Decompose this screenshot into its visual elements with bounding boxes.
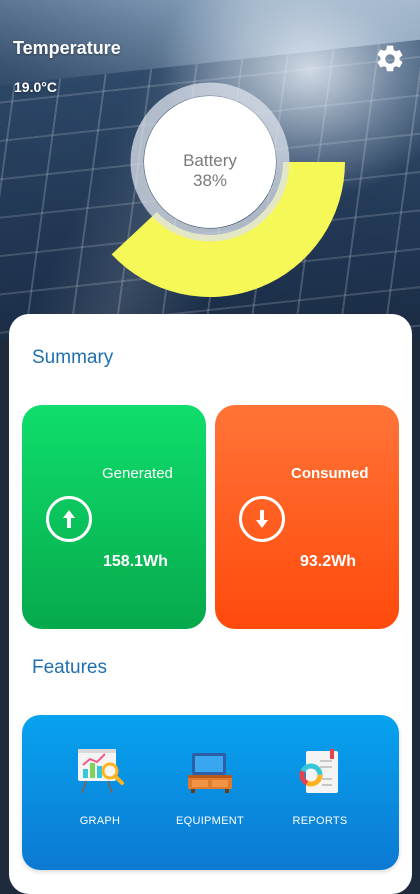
battery-label: Battery <box>183 151 237 170</box>
arrow-up-circle-icon <box>46 496 92 542</box>
consumed-label: Consumed <box>291 465 369 482</box>
feature-equipment[interactable]: EQUIPMENT <box>155 715 265 870</box>
consumed-card[interactable]: Consumed 93.2Wh <box>215 405 399 629</box>
feature-equipment-label: EQUIPMENT <box>175 815 245 827</box>
generated-value: 158.1Wh <box>103 553 168 570</box>
consumed-value: 93.2Wh <box>300 553 357 570</box>
generated-label: Generated <box>102 465 173 482</box>
battery-percent: 38% <box>192 171 228 190</box>
features-title: Features <box>32 657 107 678</box>
feature-reports[interactable]: REPORTS <box>265 715 375 870</box>
feature-reports-label: REPORTS <box>292 815 348 827</box>
battery-readout: Battery 38% <box>143 104 277 238</box>
feature-graph[interactable]: GRAPH <box>45 715 155 870</box>
generated-card[interactable]: Generated 158.1Wh <box>22 405 206 629</box>
feature-graph-label: GRAPH <box>79 815 121 827</box>
equipment-icon <box>188 753 232 793</box>
arrow-down-circle-icon <box>239 496 285 542</box>
features-panel: GRAPH EQUIPMENT REPORTS <box>22 715 399 870</box>
summary-title: Summary <box>32 347 114 368</box>
graph-icon <box>78 749 124 794</box>
reports-icon <box>299 749 338 793</box>
